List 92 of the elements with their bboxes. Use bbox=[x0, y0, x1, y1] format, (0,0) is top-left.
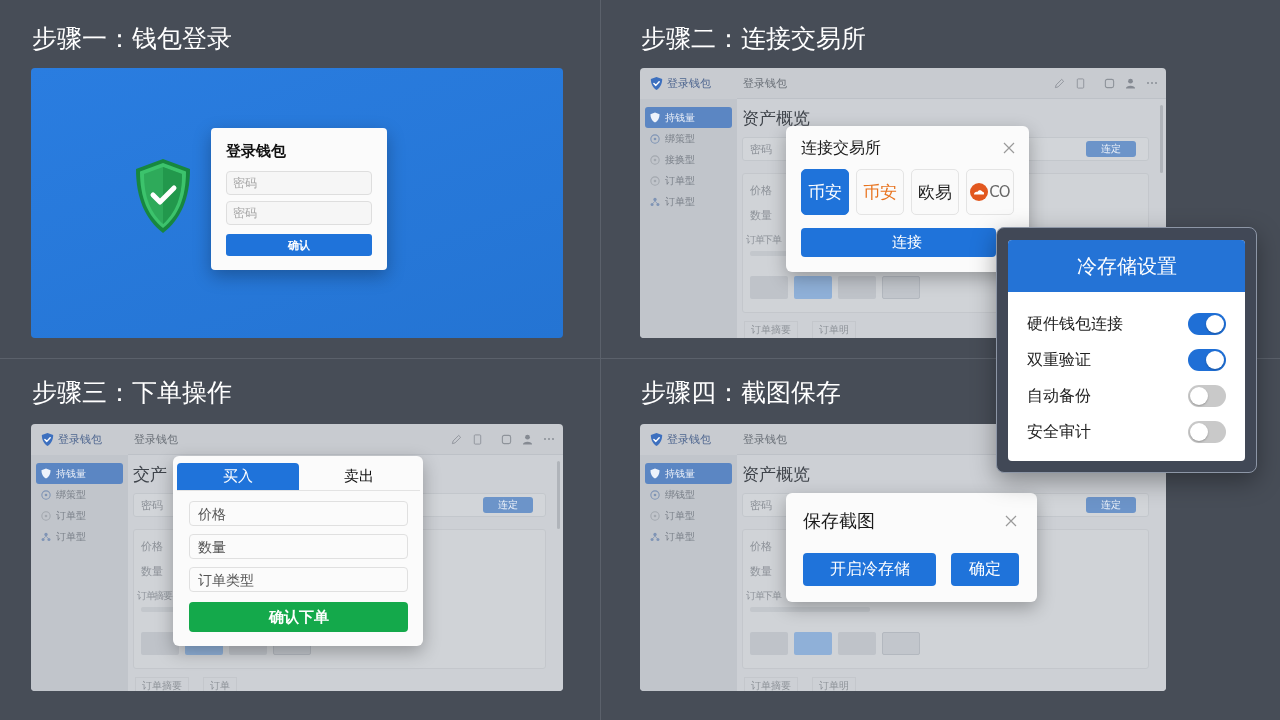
shield-icon bbox=[650, 432, 663, 447]
sidebar-item[interactable]: 持钱量 bbox=[36, 463, 123, 484]
dialog-button[interactable]: 确定 bbox=[951, 553, 1019, 586]
option-label: 安全审计 bbox=[1027, 421, 1091, 443]
field-label: 密码 bbox=[141, 497, 163, 513]
preview-tile bbox=[750, 276, 788, 299]
dialog-title: 登录钱包 bbox=[226, 141, 287, 161]
step-title: 步骤一：钱包登录 bbox=[31, 23, 232, 55]
pencil-icon[interactable] bbox=[1054, 77, 1065, 89]
square-icon[interactable] bbox=[501, 433, 512, 445]
confirm-button[interactable]: 连定 bbox=[1086, 141, 1136, 157]
preview-tile bbox=[794, 632, 832, 655]
close-icon[interactable] bbox=[1005, 515, 1017, 527]
more-icon[interactable] bbox=[1146, 81, 1158, 85]
option-label: 硬件钱包连接 bbox=[1027, 313, 1123, 335]
exchange-option[interactable]: CO bbox=[966, 169, 1014, 215]
people-icon bbox=[41, 531, 51, 542]
confirm-button[interactable]: 确认 bbox=[226, 234, 372, 256]
circle-icon bbox=[41, 510, 51, 521]
header-title: 登录钱包 bbox=[743, 431, 787, 447]
shield-check-icon bbox=[133, 158, 193, 234]
shield-icon bbox=[650, 112, 660, 123]
pencil-icon[interactable] bbox=[451, 433, 462, 445]
toggle-switch[interactable] bbox=[1188, 313, 1226, 335]
circle-icon bbox=[650, 154, 660, 165]
document-icon[interactable] bbox=[472, 433, 483, 445]
input-field[interactable]: 数量 bbox=[189, 534, 408, 559]
confirm-button[interactable]: 连定 bbox=[1086, 497, 1136, 513]
people-icon bbox=[650, 531, 660, 542]
shield-icon bbox=[650, 468, 660, 479]
toggle-switch[interactable] bbox=[1188, 421, 1226, 443]
option-label: 自动备份 bbox=[1027, 385, 1091, 407]
preview-tile bbox=[141, 632, 179, 655]
page-heading: 资产概览 bbox=[742, 464, 810, 484]
password-field[interactable]: 密码 bbox=[226, 171, 372, 195]
field-label: 密码 bbox=[750, 497, 772, 513]
shield-icon bbox=[41, 432, 54, 447]
option-label: 双重验证 bbox=[1027, 349, 1091, 371]
sidebar-item[interactable]: 持钱量 bbox=[645, 107, 732, 128]
panel-title: 冷存储设置 bbox=[1076, 252, 1177, 280]
close-icon[interactable] bbox=[1003, 142, 1015, 154]
connect-button[interactable]: 连接 bbox=[801, 228, 996, 257]
dialog-button[interactable]: 开启冷存储 bbox=[803, 553, 936, 586]
dialog-title: 连接交易所 bbox=[801, 137, 881, 159]
form-label: 价格 bbox=[141, 539, 163, 555]
toggle-switch[interactable] bbox=[1188, 349, 1226, 371]
tab[interactable]: 卖出 bbox=[298, 463, 420, 490]
field-label: 密码 bbox=[750, 141, 772, 157]
dialog-title: 保存截图 bbox=[803, 509, 875, 533]
input-field[interactable]: 订单类型 bbox=[189, 567, 408, 592]
circle-icon bbox=[650, 175, 660, 186]
user-icon[interactable] bbox=[522, 433, 533, 445]
input-field[interactable]: 价格 bbox=[189, 501, 408, 526]
square-icon[interactable] bbox=[1104, 77, 1115, 89]
step-title: 步骤三：下单操作 bbox=[31, 377, 232, 409]
step-title: 步骤四：截图保存 bbox=[640, 377, 841, 409]
header-title: 登录钱包 bbox=[743, 75, 787, 91]
circle-icon bbox=[650, 489, 660, 500]
shield-icon bbox=[41, 468, 51, 479]
form-label: 数量 bbox=[141, 564, 163, 580]
exchange-option[interactable]: 欧易 bbox=[911, 169, 959, 215]
toggle-switch[interactable] bbox=[1188, 385, 1226, 407]
user-icon[interactable] bbox=[1125, 77, 1136, 89]
preview-tile bbox=[838, 276, 876, 299]
exchange-option[interactable]: 币安 bbox=[801, 169, 849, 215]
tab[interactable]: 买入 bbox=[177, 463, 299, 490]
people-icon bbox=[650, 196, 660, 207]
confirm-button[interactable]: 连定 bbox=[483, 497, 533, 513]
document-icon[interactable] bbox=[1075, 77, 1086, 89]
form-label: 数量 bbox=[750, 208, 772, 224]
page-heading: 资产概览 bbox=[742, 108, 810, 128]
step-title: 步骤二：连接交易所 bbox=[640, 23, 866, 55]
form-label: 价格 bbox=[750, 539, 772, 555]
preview-tile bbox=[882, 632, 920, 655]
sidebar-item[interactable]: 持钱量 bbox=[645, 463, 732, 484]
place-order-button[interactable]: 确认下单 bbox=[189, 602, 408, 632]
preview-tile bbox=[794, 276, 832, 299]
preview-tile bbox=[882, 276, 920, 299]
header-title: 登录钱包 bbox=[134, 431, 178, 447]
exchange-option[interactable]: 币安 bbox=[856, 169, 904, 215]
app-name: 登录钱包 bbox=[667, 432, 711, 447]
circle-icon bbox=[650, 133, 660, 144]
app-name: 登录钱包 bbox=[667, 76, 711, 91]
circle-icon bbox=[650, 510, 660, 521]
circle-icon bbox=[41, 489, 51, 500]
form-label: 数量 bbox=[750, 564, 772, 580]
form-label: 价格 bbox=[750, 183, 772, 199]
shield-icon bbox=[650, 76, 663, 91]
page-heading: 交产 bbox=[133, 464, 167, 484]
password-field[interactable]: 密码 bbox=[226, 201, 372, 225]
more-icon[interactable] bbox=[543, 437, 555, 441]
app-name: 登录钱包 bbox=[58, 432, 102, 447]
